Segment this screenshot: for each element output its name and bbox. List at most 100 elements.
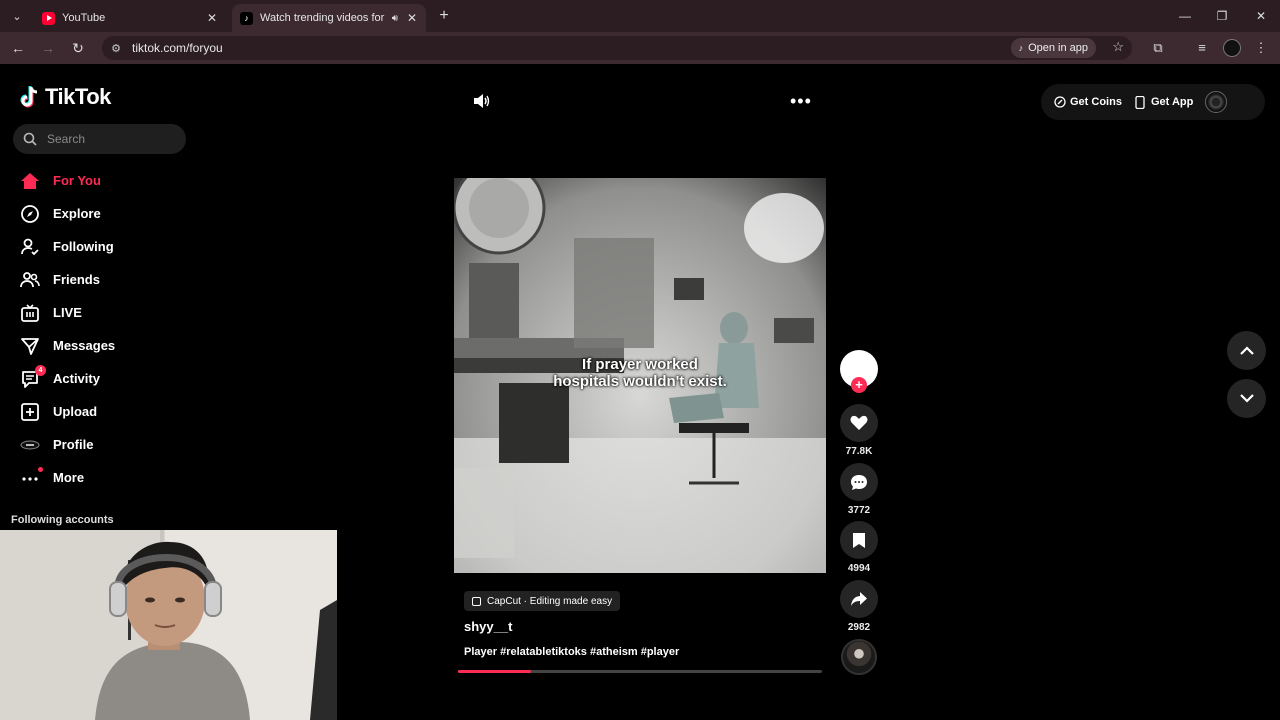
music-disc-icon[interactable] <box>841 639 877 675</box>
video-caption: If prayer worked hospitals wouldn't exis… <box>454 356 826 390</box>
tab-youtube[interactable]: YouTube ✕ <box>34 4 226 32</box>
following-icon <box>20 237 40 257</box>
tiktok-small-icon: ♪ <box>1018 43 1024 53</box>
sidebar-item-explore[interactable]: Explore <box>20 197 115 230</box>
sidebar-item-label: For You <box>53 173 101 188</box>
sidebar-item-following[interactable]: Following <box>20 230 115 263</box>
live-icon <box>20 303 40 323</box>
caption-line: If prayer worked <box>582 356 698 373</box>
sidebar-item-upload[interactable]: Upload <box>20 395 115 428</box>
tiktok-note-icon <box>20 85 42 109</box>
activity-icon: 4 <box>20 364 46 389</box>
sidebar-item-label: Explore <box>53 206 101 221</box>
minimize-button[interactable]: — <box>1170 6 1200 26</box>
forward-button[interactable]: → <box>37 38 59 58</box>
caption-line: hospitals wouldn't exist. <box>553 373 727 390</box>
open-in-app-label: Open in app <box>1028 42 1088 54</box>
more-icon <box>20 466 43 488</box>
chevron-up-icon <box>1239 346 1254 355</box>
sidebar-item-live[interactable]: LIVE <box>20 296 115 329</box>
like-button[interactable] <box>840 404 878 442</box>
tab-title: YouTube <box>62 12 106 24</box>
reload-button[interactable]: ↻ <box>67 38 89 58</box>
heart-icon <box>850 415 868 430</box>
home-icon <box>20 171 40 191</box>
video-author[interactable]: shyy__t <box>464 619 512 634</box>
share-button[interactable] <box>840 580 878 618</box>
search-input[interactable]: Search <box>13 124 186 154</box>
upload-icon <box>20 402 40 422</box>
search-icon <box>13 132 47 146</box>
sidebar-item-activity[interactable]: 4 Activity <box>20 362 115 395</box>
tab-tiktok[interactable]: ♪ Watch trending videos for y 🔊︎ ✕ <box>232 4 426 32</box>
back-button[interactable]: ← <box>7 38 29 58</box>
follow-plus-button[interactable]: + <box>851 377 867 393</box>
get-coins-button[interactable]: Get Coins <box>1053 96 1122 109</box>
bookmark-star-icon[interactable]: ☆ <box>1112 39 1124 55</box>
like-count: 77.8K <box>845 446 873 457</box>
video-player[interactable]: If prayer worked hospitals wouldn't exis… <box>454 178 826 573</box>
chevron-down-icon <box>1239 394 1254 403</box>
previous-video-button[interactable] <box>1227 331 1266 370</box>
browser-profile-avatar[interactable] <box>1223 39 1241 57</box>
address-bar[interactable]: ⚙︎ tiktok.com/foryou ♪ Open in app ☆ <box>102 36 1132 60</box>
capcut-pill[interactable]: CapCut · Editing made easy <box>464 591 621 611</box>
sidebar-item-profile[interactable]: Profile <box>20 428 115 461</box>
coin-icon <box>1053 96 1066 109</box>
save-button[interactable] <box>840 521 878 559</box>
media-controls-icon[interactable]: ≡ <box>1191 38 1213 58</box>
sidebar-item-messages[interactable]: Messages <box>20 329 115 362</box>
tiktok-page: TikTok Search For You Explore Following <box>0 64 1280 720</box>
sidebar-item-label: Friends <box>53 272 100 287</box>
webcam-overlay <box>0 530 337 720</box>
open-in-app-button[interactable]: ♪ Open in app <box>1010 38 1096 58</box>
share-icon <box>851 592 867 606</box>
sidebar-item-more[interactable]: More <box>20 461 115 494</box>
video-progress-fill <box>458 670 531 673</box>
close-tab-icon[interactable]: ✕ <box>204 11 220 25</box>
tab-search-button[interactable]: ⌄ <box>6 6 28 26</box>
more-options-icon[interactable]: ••• <box>790 92 812 110</box>
profile-icon <box>20 435 40 455</box>
url-text: tiktok.com/foryou <box>132 41 223 55</box>
volume-icon[interactable] <box>472 92 490 115</box>
sidebar-nav: For You Explore Following Friends LIVE M… <box>20 164 115 494</box>
sidebar-item-label: Activity <box>53 371 100 386</box>
site-info-icon[interactable]: ⚙︎ <box>104 42 128 55</box>
following-accounts-heading: Following accounts <box>11 514 114 526</box>
share-count: 2982 <box>847 622 871 633</box>
get-app-button[interactable]: Get App <box>1134 95 1193 109</box>
comment-button[interactable] <box>840 463 878 501</box>
sidebar-item-label: LIVE <box>53 305 82 320</box>
audio-playing-icon[interactable]: 🔊︎ <box>392 13 398 24</box>
sidebar-item-for-you[interactable]: For You <box>20 164 115 197</box>
video-description[interactable]: Player #relatabletiktoks #atheism #playe… <box>464 646 679 658</box>
restore-button[interactable]: ❐ <box>1207 6 1237 26</box>
browser-menu-icon[interactable]: ⋮ <box>1250 38 1272 58</box>
sidebar-item-label: Upload <box>53 404 98 419</box>
next-video-button[interactable] <box>1227 379 1266 418</box>
sidebar-item-label: More <box>53 470 85 485</box>
sidebar-item-label: Following <box>53 239 114 254</box>
close-window-button[interactable]: ✕ <box>1246 6 1276 26</box>
sidebar-item-friends[interactable]: Friends <box>20 263 115 296</box>
comment-count: 3772 <box>847 505 871 516</box>
friends-icon <box>20 270 40 290</box>
youtube-favicon-icon <box>42 11 55 25</box>
browser-toolbar: ← → ↻ ⚙︎ tiktok.com/foryou ♪ Open in app… <box>0 32 1280 64</box>
video-progress-bar[interactable] <box>458 670 822 673</box>
user-avatar[interactable] <box>1205 91 1228 113</box>
sidebar-item-label: Profile <box>53 437 94 452</box>
extensions-icon[interactable]: ⧉ <box>1147 38 1169 58</box>
bookmark-icon <box>853 532 865 548</box>
activity-badge: 4 <box>35 364 46 376</box>
save-count: 4994 <box>847 563 871 574</box>
search-placeholder: Search <box>47 132 86 146</box>
tiktok-logo[interactable]: TikTok <box>20 84 111 110</box>
top-right-actions: Get Coins Get App <box>1041 84 1265 120</box>
close-tab-icon[interactable]: ✕ <box>404 11 420 25</box>
new-tab-button[interactable]: + <box>434 6 454 26</box>
messages-icon <box>20 336 40 356</box>
tiktok-favicon-icon: ♪ <box>240 11 253 25</box>
browser-tab-bar: ⌄ YouTube ✕ ♪ Watch trending videos for … <box>0 0 1280 32</box>
